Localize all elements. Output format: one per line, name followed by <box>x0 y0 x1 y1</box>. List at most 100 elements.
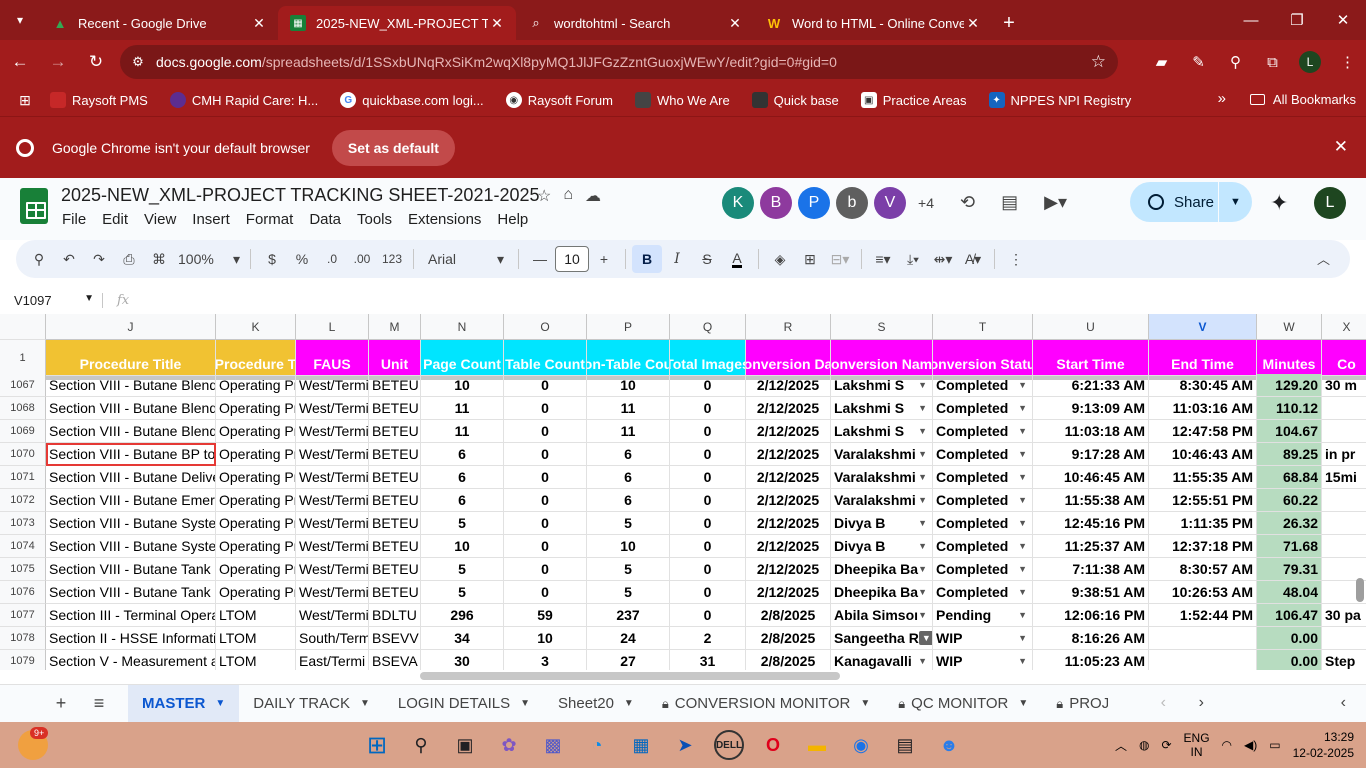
row-number[interactable]: 1069 <box>0 420 46 443</box>
table-cell[interactable]: 2/8/2025 <box>746 627 831 650</box>
table-cell[interactable]: 30 m <box>1322 374 1366 397</box>
spreadsheet-grid[interactable]: J K L M N O P Q R S T U V W X 1 Procedure Title Procedure… <box>0 314 1366 670</box>
table-cell[interactable]: Varalakshmi ▼ <box>831 466 933 489</box>
row-number[interactable]: 1076 <box>0 581 46 604</box>
table-cell[interactable]: Operating Pr <box>216 466 296 489</box>
bookmark-quickbase-login[interactable]: Gquickbase.com logi... <box>340 92 484 108</box>
table-cell[interactable]: 2/8/2025 <box>746 604 831 627</box>
row-number[interactable]: 1074 <box>0 535 46 558</box>
table-cell[interactable]: Completed ▼ <box>933 443 1033 466</box>
row-number[interactable]: 1 <box>0 340 46 376</box>
table-cell[interactable]: Kanagavalli ▼ <box>831 650 933 670</box>
table-cell[interactable]: BETEU <box>369 558 421 581</box>
sheet-tab[interactable]: LOGIN DETAILS ▼ <box>384 685 544 723</box>
table-cell[interactable]: 2/12/2025 <box>746 397 831 420</box>
table-cell[interactable]: West/Termi <box>296 581 369 604</box>
table-cell[interactable]: Lakshmi S ▼ <box>831 420 933 443</box>
row-number[interactable]: 1079 <box>0 650 46 670</box>
menu-edit[interactable]: Edit <box>94 210 136 229</box>
table-cell[interactable]: WIP ▼ <box>933 650 1033 670</box>
undo-icon[interactable]: ↶ <box>54 245 84 273</box>
dropdown-arrow-icon[interactable]: ▼ <box>1018 633 1027 643</box>
table-cell[interactable]: BSEVV <box>369 627 421 650</box>
table-cell[interactable]: West/Termi <box>296 374 369 397</box>
menu-data[interactable]: Data <box>301 210 349 229</box>
table-cell[interactable]: 0 <box>504 374 587 397</box>
sheet-tab[interactable]: 🔒︎ QC MONITOR ▼ <box>884 685 1042 723</box>
dropdown-arrow-icon[interactable]: ▼ <box>1018 518 1027 528</box>
decrease-decimal-button[interactable]: .0 <box>317 245 347 273</box>
tray-overflow-icon[interactable]: ︿ <box>1115 737 1127 754</box>
dropdown-arrow-icon[interactable]: ▼ <box>918 631 932 645</box>
table-cell[interactable]: 0 <box>504 512 587 535</box>
table-cell[interactable]: BETEU <box>369 443 421 466</box>
table-cell[interactable]: Varalakshmi ▼ <box>831 443 933 466</box>
table-cell[interactable]: Section VIII - Butane Tank Ble <box>46 581 216 604</box>
profile-avatar[interactable]: L <box>1299 51 1321 73</box>
table-cell[interactable]: 0 <box>670 374 746 397</box>
column-header[interactable]: K <box>216 314 296 340</box>
table-cell[interactable]: 10 <box>421 535 504 558</box>
table-cell[interactable]: West/Termi <box>296 512 369 535</box>
row-number[interactable]: 1071 <box>0 466 46 489</box>
table-cell[interactable]: 11:05:23 AM <box>1033 650 1149 670</box>
column-header[interactable]: N <box>421 314 504 340</box>
store-icon[interactable]: ▦ <box>626 730 656 760</box>
browser-tab-drive[interactable]: ▲ Recent - Google Drive ✕ <box>40 6 278 40</box>
header-cell[interactable]: Start Time <box>1033 340 1149 376</box>
table-cell[interactable]: Section V - Measurement anc <box>46 650 216 670</box>
font-select[interactable]: Arial ▾ <box>420 245 512 273</box>
collaborator-avatar[interactable]: P <box>798 187 830 219</box>
table-cell[interactable]: 5 <box>587 558 670 581</box>
header-cell[interactable]: Unit <box>369 340 421 376</box>
collaborator-avatar[interactable]: V <box>874 187 906 219</box>
header-cell[interactable]: onversion Da <box>746 340 831 376</box>
table-cell[interactable]: Dheepika Ba ▼ <box>831 558 933 581</box>
table-cell[interactable]: 6 <box>421 443 504 466</box>
column-header[interactable]: Q <box>670 314 746 340</box>
table-cell[interactable]: Completed ▼ <box>933 535 1033 558</box>
dropdown-arrow-icon[interactable]: ▼ <box>918 495 927 505</box>
browser-tab-word[interactable]: W Word to HTML - Online Conver ✕ <box>754 6 992 40</box>
table-cell[interactable]: Abila Simsoı ▼ <box>831 604 933 627</box>
table-cell[interactable]: 26.32 <box>1257 512 1322 535</box>
row-number[interactable]: 1073 <box>0 512 46 535</box>
formula-input[interactable] <box>132 288 1366 312</box>
table-cell[interactable]: 11 <box>421 420 504 443</box>
column-header[interactable]: R <box>746 314 831 340</box>
increase-decimal-button[interactable]: .00 <box>347 245 377 273</box>
row-number[interactable]: 1078 <box>0 627 46 650</box>
sheet-tab[interactable]: MASTER ▼ <box>128 684 240 723</box>
row-number[interactable]: 1075 <box>0 558 46 581</box>
table-cell[interactable]: West/Termi <box>296 535 369 558</box>
table-cell[interactable] <box>1149 627 1257 650</box>
table-cell[interactable]: 3 <box>504 650 587 670</box>
table-cell[interactable]: West/Termi <box>296 397 369 420</box>
tab-search-button[interactable]: ▾ <box>0 0 40 40</box>
dropdown-arrow-icon[interactable]: ▼ <box>918 449 927 459</box>
table-cell[interactable] <box>1322 489 1366 512</box>
column-header[interactable]: S <box>831 314 933 340</box>
table-cell[interactable]: 0 <box>504 466 587 489</box>
table-cell[interactable]: 9:13:09 AM <box>1033 397 1149 420</box>
header-cell[interactable]: FAUS <box>296 340 369 376</box>
forward-icon[interactable]: → <box>40 44 76 80</box>
table-cell[interactable]: 0 <box>670 443 746 466</box>
select-all-corner[interactable] <box>0 314 46 340</box>
weather-widget-icon[interactable]: 9+ <box>18 727 49 760</box>
table-cell[interactable]: Pending ▼ <box>933 604 1033 627</box>
zoom-select[interactable]: 100% ▾ <box>174 245 244 273</box>
text-rotation-icon[interactable]: A̸▾ <box>958 245 988 273</box>
collaborator-avatar[interactable]: K <box>722 187 754 219</box>
table-cell[interactable]: 11:55:38 AM <box>1033 489 1149 512</box>
table-cell[interactable]: 8:30:57 AM <box>1149 558 1257 581</box>
table-cell[interactable]: Section VIII - Butane Emerger <box>46 489 216 512</box>
table-cell[interactable]: Operating Pr <box>216 581 296 604</box>
decrease-font-size-icon[interactable]: — <box>525 245 555 273</box>
table-cell[interactable]: 1:11:35 PM <box>1149 512 1257 535</box>
table-cell[interactable]: in pr <box>1322 443 1366 466</box>
meet-icon[interactable]: ▶▾ <box>1044 192 1067 213</box>
table-cell[interactable]: Operating Pr <box>216 443 296 466</box>
table-cell[interactable]: Completed ▼ <box>933 581 1033 604</box>
table-cell[interactable]: WIP ▼ <box>933 627 1033 650</box>
